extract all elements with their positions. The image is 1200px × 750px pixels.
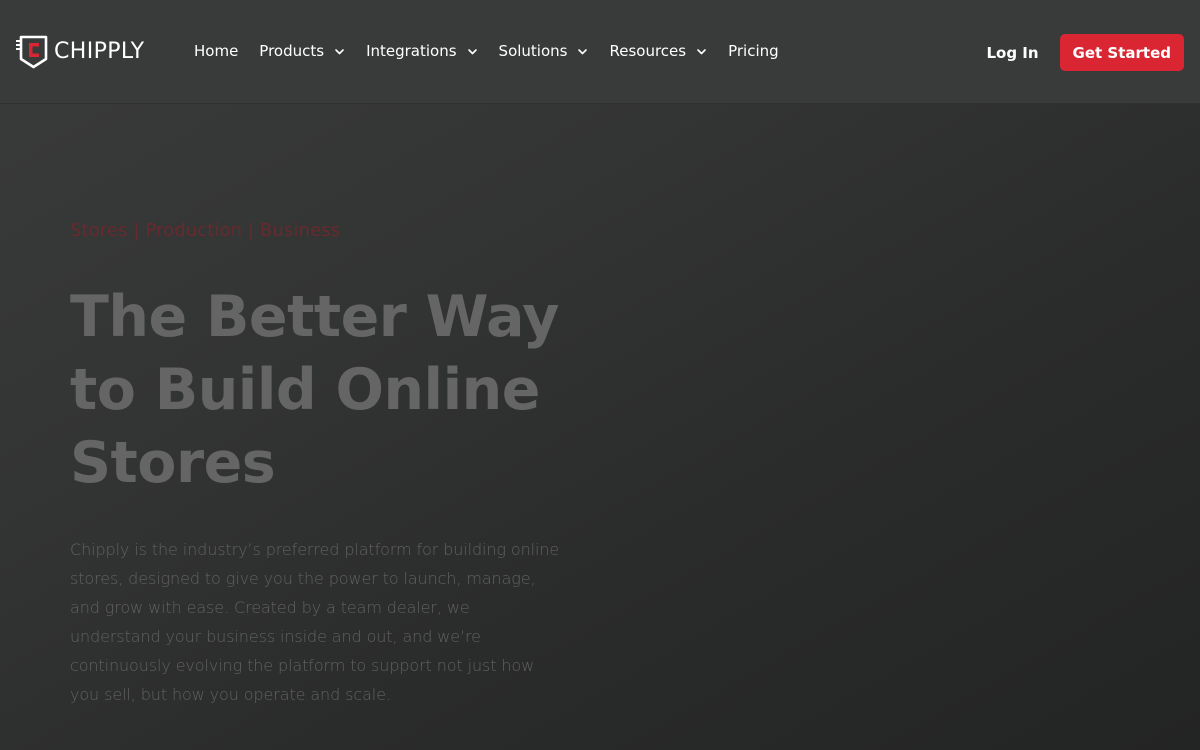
- nav-item-solutions[interactable]: Solutions: [499, 36, 589, 66]
- site-header: CHIPPLY Home Products Integrations Solut…: [0, 0, 1200, 104]
- hero-title-line: Stores: [70, 430, 276, 496]
- nav-item-products[interactable]: Products: [259, 36, 345, 66]
- nav-item-pricing[interactable]: Pricing: [728, 36, 779, 66]
- chipply-logo-icon: [16, 35, 48, 69]
- nav-item-resources[interactable]: Resources: [609, 36, 707, 66]
- hero-title-line: The Better Way: [70, 284, 559, 350]
- hero-eyebrow: Stores | Production | Business: [70, 220, 341, 241]
- chevron-down-icon: [467, 48, 477, 54]
- chevron-down-icon: [697, 48, 706, 54]
- header-actions: Log In Get Started: [986, 34, 1184, 71]
- login-link[interactable]: Log In: [986, 44, 1038, 62]
- brand-name: CHIPPLY: [54, 39, 145, 64]
- hero-title-line: to Build Online: [70, 357, 540, 423]
- get-started-button[interactable]: Get Started: [1059, 34, 1184, 71]
- main-nav: Home Products Integrations Solutions Res…: [194, 36, 779, 66]
- nav-item-home[interactable]: Home: [194, 36, 238, 66]
- nav-item-label: Products: [259, 42, 325, 60]
- hero-section: Stores | Production | Business The Bette…: [70, 215, 560, 709]
- nav-item-label: Solutions: [498, 42, 568, 60]
- hero-description-line: stores, designed to give you the power t…: [70, 569, 536, 588]
- nav-item-integrations[interactable]: Integrations: [366, 36, 477, 66]
- chevron-down-icon: [335, 48, 344, 54]
- chipply-logo[interactable]: CHIPPLY: [15, 35, 145, 69]
- nav-item-label: Resources: [609, 42, 687, 60]
- hero-title: The Better Way to Build Online Stores: [70, 281, 560, 500]
- hero-description: Chipply is the industry’s preferred plat…: [70, 535, 560, 709]
- nav-item-label: Integrations: [366, 42, 457, 60]
- hero-description-line: continuously evolving the platform to su…: [70, 656, 535, 675]
- chevron-down-icon: [578, 48, 588, 54]
- hero-description-line: Chipply is the industry’s preferred plat…: [70, 540, 560, 559]
- hero-description-line: you sell, but how you operate and scale.: [70, 685, 391, 704]
- hero-description-line: and grow with ease. Created by a team de…: [70, 598, 470, 617]
- nav-item-label: Pricing: [728, 42, 779, 60]
- hero-description-line: understand your business inside and out,…: [70, 627, 481, 646]
- nav-item-label: Home: [194, 42, 239, 60]
